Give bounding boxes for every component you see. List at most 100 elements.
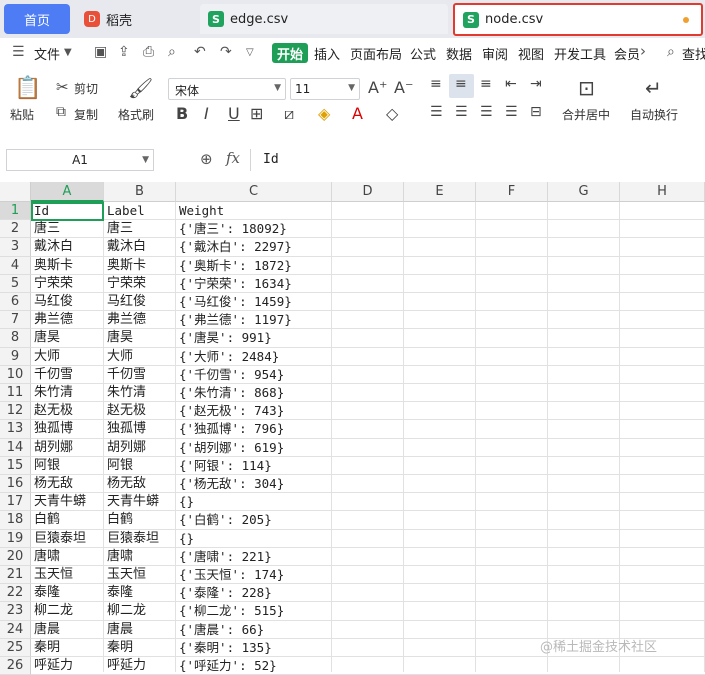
tab-home[interactable]: 首页 [4,4,70,34]
cell-b21[interactable]: 玉天恒 [104,566,146,584]
font-size-select[interactable]: 11 ▼ [290,78,360,100]
cell-a10[interactable]: 千仞雪 [31,366,73,384]
row-header[interactable]: 4 [0,256,31,275]
font-name-select[interactable]: 宋体 ▼ [168,78,286,100]
cell-c14[interactable]: {'胡列娜': 619} [176,439,284,457]
undo-icon[interactable]: ↶ [194,44,206,60]
row-header[interactable]: 9 [0,347,31,366]
row-header[interactable]: 26 [0,657,31,675]
paste-button[interactable]: 粘贴 [10,106,34,123]
spreadsheet-grid[interactable]: A B C D E F G H 1 Id Label Weight 2 唐三 唐三 {'唐三': 18092}… [0,182,705,675]
align-middle-icon[interactable]: ≡ [455,76,467,92]
cell-b7[interactable]: 弗兰德 [104,311,146,329]
row-header[interactable]: 13 [0,420,31,439]
cell-c2[interactable]: {'唐三': 18092} [176,220,287,238]
cell-a13[interactable]: 独孤博 [31,420,73,438]
align-right-icon[interactable]: ☰ [480,104,493,120]
underline-icon[interactable]: U [228,104,240,123]
cell-b5[interactable]: 宁荣荣 [104,275,146,293]
column-header-a[interactable]: A [31,182,104,202]
cell-a6[interactable]: 马红俊 [31,293,73,311]
cell-b19[interactable]: 巨猿泰坦 [104,530,159,548]
menu-data[interactable]: 数据 [446,44,472,63]
cell-a2[interactable]: 唐三 [31,220,60,238]
cell-a7[interactable]: 弗兰德 [31,311,73,329]
cell-a19[interactable]: 巨猿泰坦 [31,530,86,548]
cell-a22[interactable]: 泰隆 [31,584,60,602]
cell-a25[interactable]: 秦明 [31,639,60,657]
cell-c16[interactable]: {'杨无敌': 304} [176,475,284,493]
menu-review[interactable]: 审阅 [482,44,508,63]
zoom-icon[interactable]: ⊕ [200,150,213,168]
cell-a9[interactable]: 大师 [31,348,60,366]
row-header[interactable]: 25 [0,638,31,657]
chevron-down-icon[interactable]: ▼ [64,47,72,58]
cell-c20[interactable]: {'唐啸': 221} [176,548,272,566]
cell-c26[interactable]: {'呼延力': 52} [176,657,277,675]
cell-b26[interactable]: 呼延力 [104,657,146,675]
cell-c3[interactable]: {'戴沐白': 2297} [176,238,292,256]
row-header[interactable]: 18 [0,511,31,530]
cell-b24[interactable]: 唐晨 [104,621,133,639]
cell-b11[interactable]: 朱竹清 [104,384,146,402]
align-top-icon[interactable]: ≡ [430,76,442,92]
name-box[interactable]: A1 ▼ [6,149,154,171]
row-header[interactable]: 22 [0,584,31,603]
fx-icon[interactable]: fx [226,149,240,167]
search-icon[interactable]: ⌕ [667,44,675,60]
cell-c5[interactable]: {'宁荣荣': 1634} [176,275,292,293]
cell-c24[interactable]: {'唐晨': 66} [176,621,264,639]
tab-edge-csv[interactable]: S edge.csv [200,4,448,34]
align-center-icon[interactable]: ☰ [455,104,468,120]
cell-c17[interactable]: {} [176,493,194,511]
cell-b8[interactable]: 唐昊 [104,329,133,347]
row-header[interactable]: 6 [0,293,31,312]
tab-daoke[interactable]: D 稻壳 [76,4,196,34]
justify-icon[interactable]: ☰ [505,104,518,120]
cell-c19[interactable]: {} [176,530,194,548]
cell-c9[interactable]: {'大师': 2484} [176,348,279,366]
cell-a16[interactable]: 杨无敌 [31,475,73,493]
chevron-right-icon[interactable]: › [640,42,646,60]
hamburger-menu-icon[interactable]: ☰ [12,44,25,60]
cell-c4[interactable]: {'奥斯卡': 1872} [176,257,292,275]
column-header-e[interactable]: E [404,182,476,202]
cell-a14[interactable]: 胡列娜 [31,439,73,457]
format-painter-icon[interactable]: 🖌 [128,76,153,100]
cell-b22[interactable]: 泰隆 [104,584,133,602]
cell-c18[interactable]: {'白鹤': 205} [176,511,272,529]
cell-b20[interactable]: 唐啸 [104,548,133,566]
column-header-g[interactable]: G [548,182,620,202]
cell-b25[interactable]: 秦明 [104,639,133,657]
merge-cells-icon[interactable]: ⊡ [578,76,595,100]
cell-a21[interactable]: 玉天恒 [31,566,73,584]
cell-c10[interactable]: {'千仞雪': 954} [176,366,284,384]
save-icon[interactable]: ▣ [94,44,107,60]
cell-a23[interactable]: 柳二龙 [31,602,73,620]
cell-c21[interactable]: {'玉天恒': 174} [176,566,284,584]
row-header[interactable]: 5 [0,274,31,293]
row-header[interactable]: 15 [0,456,31,475]
fill-pattern-icon[interactable]: ⧄ [284,104,294,124]
export-icon[interactable]: ⇪ [118,44,130,60]
cell-a24[interactable]: 唐晨 [31,621,60,639]
cell-c1[interactable]: Weight [176,202,224,220]
cell-b15[interactable]: 阿银 [104,457,133,475]
cell-c15[interactable]: {'阿银': 114} [176,457,272,475]
tab-node-csv[interactable]: S node.csv [453,3,703,36]
quick-access-dropdown-icon[interactable]: ▽ [246,47,254,58]
indent-increase-icon[interactable]: ⇥ [530,76,542,92]
cell-b10[interactable]: 千仞雪 [104,366,146,384]
cell-a11[interactable]: 朱竹清 [31,384,73,402]
cell-b17[interactable]: 天青牛蟒 [104,493,159,511]
search-label[interactable]: 查找 [682,44,705,63]
merge-center-button[interactable]: 合并居中 [562,106,610,123]
row-header[interactable]: 23 [0,602,31,621]
cut-button[interactable]: 剪切 [74,80,98,97]
column-header-c[interactable]: C [176,182,332,202]
cell-a17[interactable]: 天青牛蟒 [31,493,86,511]
font-color-icon[interactable]: A [352,104,363,123]
cell-b23[interactable]: 柳二龙 [104,602,146,620]
eraser-icon[interactable]: ◇ [386,104,398,123]
menu-view[interactable]: 视图 [518,44,544,63]
